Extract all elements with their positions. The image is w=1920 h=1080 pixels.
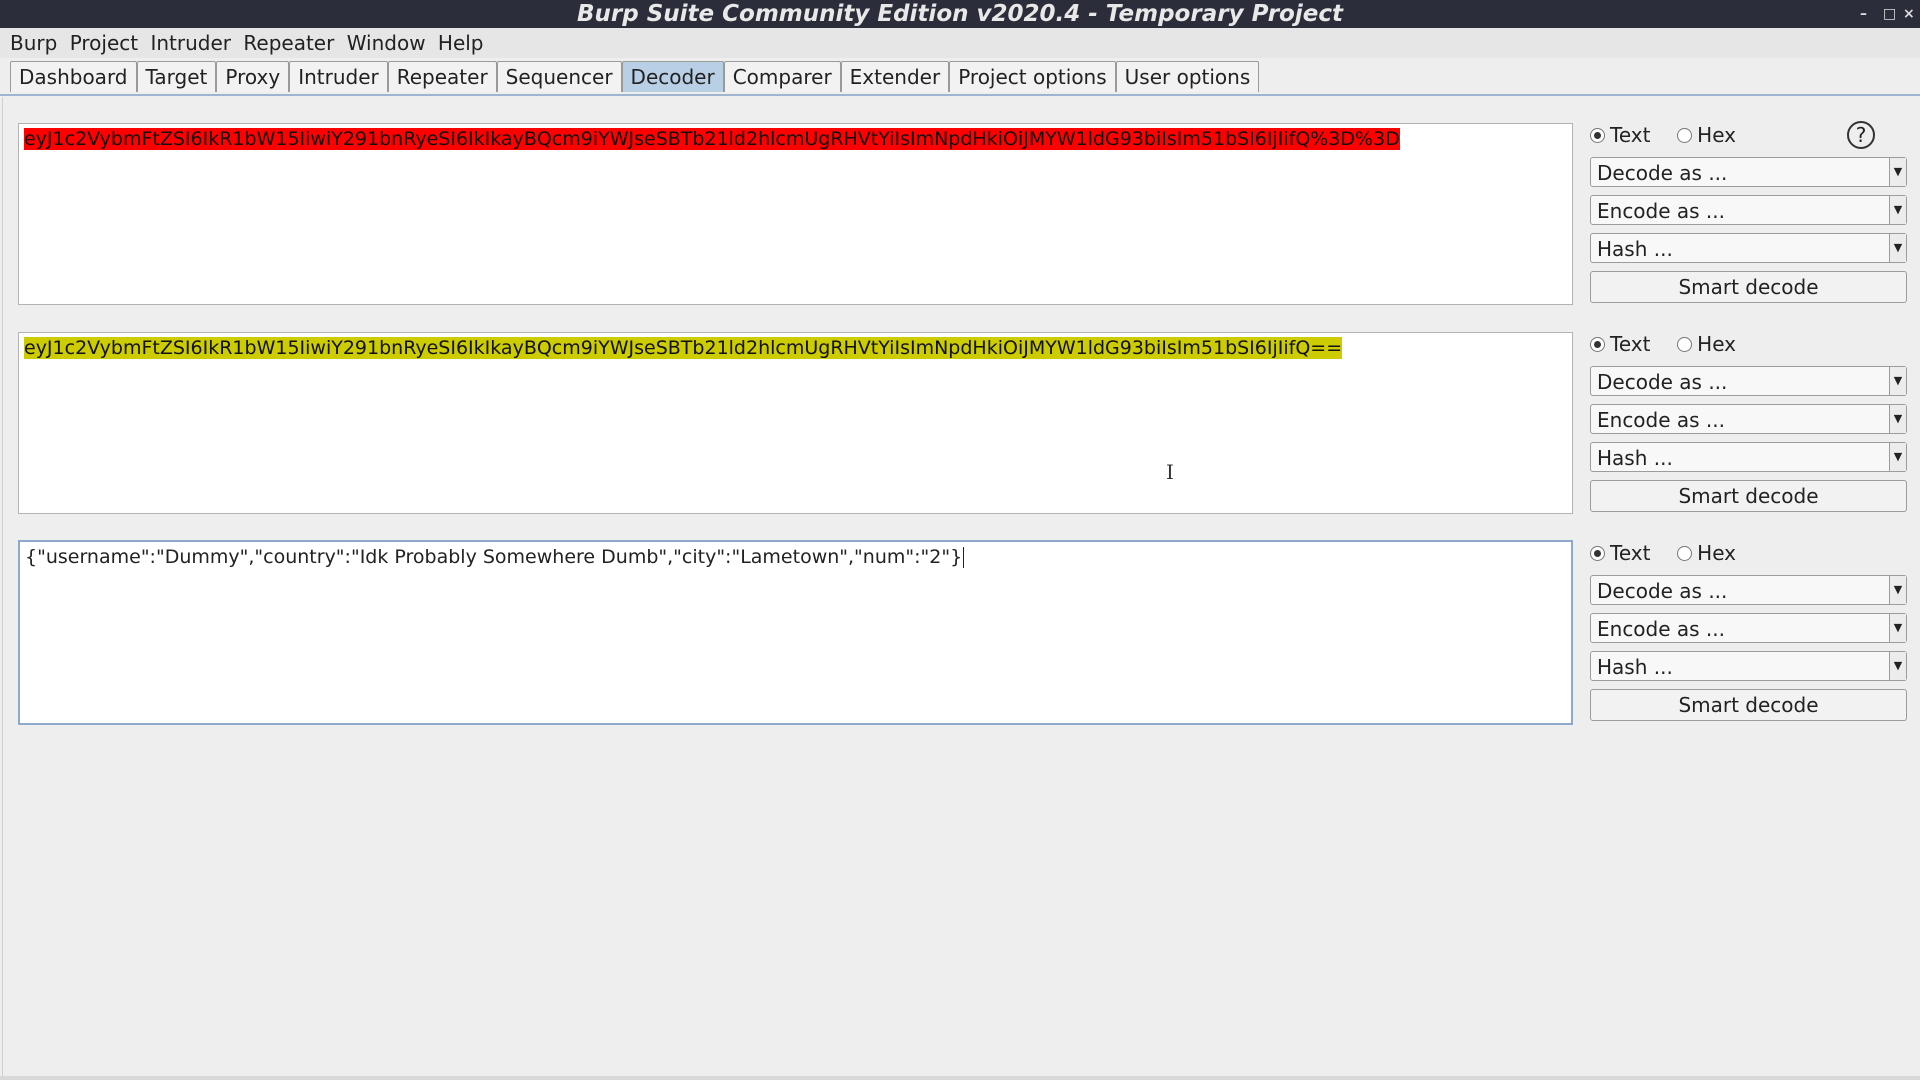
decoder-content: eyJ1c2VybmFtZSI6IkR1bW15IiwiY291bnRyeSI6… [2,97,1919,1076]
radio-text-label-2: Text [1610,332,1651,356]
tab-divider [0,94,1920,96]
hash-label-1: Hash ... [1597,237,1673,261]
maximize-icon[interactable]: □ [1883,0,1896,28]
radio-hex-label-3: Hex [1697,541,1736,565]
encode-as-label-1: Encode as ... [1597,199,1726,223]
menu-window[interactable]: Window [347,28,426,58]
menu-repeater[interactable]: Repeater [243,28,334,58]
radio-hex-3[interactable] [1677,545,1693,561]
radio-hex-label-1: Hex [1697,123,1736,147]
chevron-down-icon: ▼ [1889,443,1906,471]
radio-text-label-3: Text [1610,541,1651,565]
chevron-down-icon: ▼ [1889,652,1906,680]
hash-label-3: Hash ... [1597,655,1673,679]
mode-row-1: Text Hex ? [1590,121,1907,149]
hash-select-1[interactable]: Hash ... ▼ [1590,233,1907,263]
decode-as-label-2: Decode as ... [1597,370,1728,394]
help-icon[interactable]: ? [1847,121,1875,149]
menu-project[interactable]: Project [70,28,138,58]
smart-decode-button-1[interactable]: Smart decode [1590,271,1907,303]
encode-as-select-2[interactable]: Encode as ... ▼ [1590,404,1907,434]
chevron-down-icon: ▼ [1889,234,1906,262]
chevron-down-icon: ▼ [1889,405,1906,433]
decode-as-select-1[interactable]: Decode as ... ▼ [1590,157,1907,187]
tab-decoder[interactable]: Decoder [621,61,724,92]
decode-as-label-1: Decode as ... [1597,161,1728,185]
menu-bar: Burp Project Intruder Repeater Window He… [0,28,1920,58]
decoder-text-1: eyJ1c2VybmFtZSI6IkR1bW15IiwiY291bnRyeSI6… [24,128,1400,150]
menu-burp[interactable]: Burp [10,28,57,58]
menu-intruder[interactable]: Intruder [150,28,231,58]
decode-as-select-3[interactable]: Decode as ... ▼ [1590,575,1907,605]
menu-help[interactable]: Help [438,28,484,58]
decoder-input-1[interactable]: eyJ1c2VybmFtZSI6IkR1bW15IiwiY291bnRyeSI6… [18,123,1573,305]
chevron-down-icon: ▼ [1889,158,1906,186]
mode-row-2: Text Hex [1590,330,1907,358]
radio-text-2[interactable] [1590,336,1605,352]
hash-label-2: Hash ... [1597,446,1673,470]
tab-dashboard[interactable]: Dashboard [10,61,137,92]
tab-comparer[interactable]: Comparer [723,61,841,92]
tab-intruder[interactable]: Intruder [289,61,388,92]
decoder-text-3: {"username":"Dummy","country":"Idk Proba… [25,546,963,568]
radio-hex-1[interactable] [1677,127,1693,143]
tab-project-options[interactable]: Project options [949,61,1116,92]
chevron-down-icon: ▼ [1889,196,1906,224]
smart-decode-button-2[interactable]: Smart decode [1590,480,1907,512]
tab-repeater[interactable]: Repeater [387,61,497,92]
encode-as-select-3[interactable]: Encode as ... ▼ [1590,613,1907,643]
decoder-controls-1: Text Hex ? Decode as ... ▼ Encode as ... ▼… [1590,121,1907,303]
chevron-down-icon: ▼ [1889,576,1906,604]
tab-user-options[interactable]: User options [1115,61,1260,92]
tab-proxy[interactable]: Proxy [216,61,290,92]
decoder-text-2: eyJ1c2VybmFtZSI6IkR1bW15IiwiY291bnRyeSI6… [24,337,1343,359]
radio-text-1[interactable] [1590,127,1605,143]
text-caret [963,547,965,568]
chevron-down-icon: ▼ [1889,367,1906,395]
decoder-controls-3: Text Hex Decode as ... ▼ Encode as ... ▼ H… [1590,539,1907,721]
tab-extender[interactable]: Extender [840,61,950,92]
radio-text-label-1: Text [1610,123,1651,147]
window-title: Burp Suite Community Edition v2020.4 - T… [577,1,1343,27]
decoder-input-2[interactable]: eyJ1c2VybmFtZSI6IkR1bW15IiwiY291bnRyeSI6… [18,332,1573,514]
encode-as-select-1[interactable]: Encode as ... ▼ [1590,195,1907,225]
radio-text-3[interactable] [1590,545,1605,561]
radio-hex-label-2: Hex [1697,332,1736,356]
close-icon[interactable]: × [1903,0,1915,28]
window-titlebar: Burp Suite Community Edition v2020.4 - T… [0,0,1920,28]
encode-as-label-3: Encode as ... [1597,617,1726,641]
mode-row-3: Text Hex [1590,539,1907,567]
smart-decode-button-3[interactable]: Smart decode [1590,689,1907,721]
bottom-border [0,1076,1920,1080]
encode-as-label-2: Encode as ... [1597,408,1726,432]
decode-as-select-2[interactable]: Decode as ... ▼ [1590,366,1907,396]
hash-select-2[interactable]: Hash ... ▼ [1590,442,1907,472]
decode-as-label-3: Decode as ... [1597,579,1728,603]
radio-hex-2[interactable] [1677,336,1693,352]
text-cursor-icon: I [1166,460,1174,484]
tab-target[interactable]: Target [136,61,217,92]
main-tabs: Dashboard Target Proxy Intruder Repeater… [10,61,1260,93]
minimize-icon[interactable]: – [1860,0,1867,28]
tab-sequencer[interactable]: Sequencer [496,61,622,92]
hash-select-3[interactable]: Hash ... ▼ [1590,651,1907,681]
chevron-down-icon: ▼ [1889,614,1906,642]
decoder-controls-2: Text Hex Decode as ... ▼ Encode as ... ▼ H… [1590,330,1907,512]
decoder-input-3[interactable]: {"username":"Dummy","country":"Idk Proba… [18,540,1573,725]
